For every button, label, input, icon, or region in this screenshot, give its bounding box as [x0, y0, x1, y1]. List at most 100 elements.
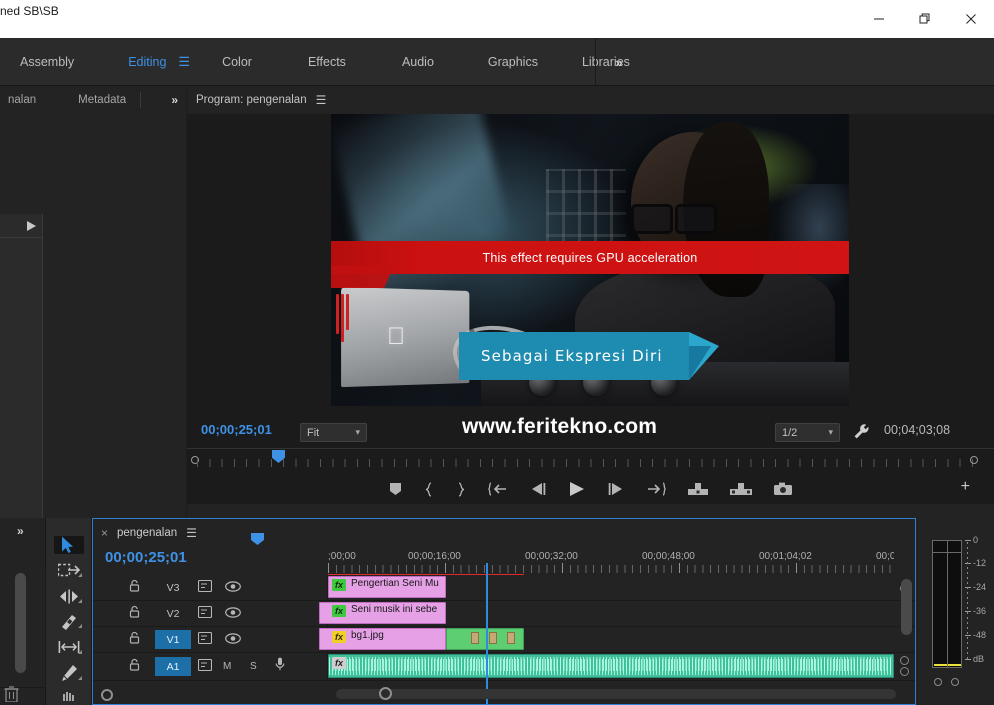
scrub-right-handle[interactable] — [970, 456, 978, 464]
clip-label: bg1.jpg — [351, 630, 384, 641]
track-select-forward-tool[interactable] — [54, 562, 84, 579]
timeline-clip[interactable]: fx — [328, 654, 894, 678]
sync-lock-icon[interactable] — [197, 579, 213, 597]
sync-lock-icon[interactable] — [197, 631, 213, 649]
meter-option-dots[interactable] — [934, 678, 959, 686]
workspace-overflow-button[interactable]: » — [605, 38, 633, 86]
slip-tool[interactable] — [54, 638, 84, 655]
meter-dot[interactable] — [951, 678, 959, 686]
track-body-a1[interactable]: fx — [328, 653, 915, 680]
go-to-out-button[interactable] — [647, 482, 666, 496]
step-back-button[interactable] — [529, 482, 546, 496]
track-row-v2: V2 fx Seni musik ini sebe — [93, 601, 915, 627]
pen-tool[interactable] — [54, 664, 84, 682]
workspace-tab-effects[interactable]: Effects — [302, 38, 352, 86]
ruler-label: 00;01;20;02 — [876, 551, 894, 562]
timeline-clip[interactable]: fx Seni musik ini sebe — [319, 602, 446, 624]
minimize-button[interactable] — [856, 0, 902, 38]
sync-lock-icon[interactable] — [197, 658, 213, 676]
ruler-label: 00;00;48;00 — [642, 551, 695, 562]
track-header-v1[interactable]: V1 — [93, 627, 328, 652]
timeline-tab-close-icon[interactable]: × — [101, 526, 108, 540]
toggle-track-output-icon[interactable] — [225, 631, 241, 649]
timeline-playhead-timecode[interactable]: 00;00;25;01 — [105, 549, 187, 566]
timeline-zoom-out-handle[interactable] — [101, 689, 113, 701]
voice-record-icon[interactable] — [275, 657, 285, 676]
program-scrub-bar[interactable] — [187, 448, 994, 470]
video-preview[interactable]:  This effect requires GPU acceleration … — [331, 114, 849, 406]
add-marker-button[interactable] — [389, 482, 402, 496]
project-panel-overflow[interactable]: » — [17, 524, 24, 538]
timeline-vertical-scrollbar[interactable] — [901, 579, 912, 635]
step-forward-button[interactable] — [608, 482, 625, 496]
track-scroll-knob[interactable] — [900, 667, 909, 676]
selection-tool[interactable] — [53, 536, 84, 554]
track-body-v3[interactable]: fx Pengertian Seni Mu — [328, 575, 915, 600]
lock-icon[interactable] — [129, 658, 140, 676]
source-panel-row-expander[interactable] — [0, 214, 43, 238]
lift-button[interactable] — [688, 482, 708, 496]
project-panel-scrollbar[interactable] — [15, 573, 26, 673]
toggle-track-output-icon[interactable] — [225, 579, 241, 597]
track-header-v3[interactable]: V3 — [93, 575, 328, 600]
timeline-clip[interactable]: fx bg1.jpg — [319, 628, 446, 650]
track-name-v2[interactable]: V2 — [155, 604, 191, 623]
toggle-track-output-icon[interactable] — [225, 605, 241, 623]
workspace-tab-editing[interactable]: Editing — [122, 38, 172, 86]
gpu-warning-banner: This effect requires GPU acceleration — [331, 241, 849, 274]
mark-in-button[interactable] — [424, 481, 434, 497]
timeline-ruler[interactable]: ;00;00 00;00;16;00 00;00;32;00 00;00;48;… — [328, 549, 894, 573]
tab-pengenalan-source[interactable]: nalan — [0, 94, 44, 106]
program-current-timecode[interactable]: 00;00;25;01 — [201, 422, 272, 437]
lock-icon[interactable] — [129, 605, 140, 623]
track-header-v2[interactable]: V2 — [93, 601, 328, 626]
razor-tool[interactable] — [54, 613, 84, 631]
track-name-a1[interactable]: A1 — [155, 657, 191, 676]
settings-wrench-icon[interactable] — [853, 423, 870, 445]
workspace-tab-audio[interactable]: Audio — [396, 38, 440, 86]
play-stop-button[interactable] — [568, 481, 586, 497]
workspace-tab-color[interactable]: Color — [216, 38, 258, 86]
program-duration-timecode[interactable]: 00;04;03;08 — [884, 423, 950, 437]
export-frame-button[interactable] — [774, 482, 792, 496]
source-panel-tabs: nalan Metadata » — [0, 86, 186, 114]
clip-thumbnail — [507, 632, 515, 644]
zoom-level-select[interactable]: Fit ▾ — [300, 423, 367, 442]
timeline-menu-icon[interactable]: ☰ — [186, 526, 197, 540]
workspace-menu-icon[interactable]: ☰ — [178, 54, 190, 70]
hand-tool[interactable] — [54, 688, 84, 705]
timeline-horizontal-scrollbar[interactable] — [336, 687, 896, 700]
program-menu-icon[interactable]: ☰ — [316, 93, 327, 107]
maximize-restore-button[interactable] — [902, 0, 948, 38]
close-button[interactable] — [948, 0, 994, 38]
button-editor-plus[interactable]: + — [961, 478, 970, 496]
lock-icon[interactable] — [129, 579, 140, 597]
mark-out-button[interactable] — [456, 481, 466, 497]
timeline-tab-label[interactable]: pengenalan — [117, 527, 177, 539]
lock-icon[interactable] — [129, 631, 140, 649]
playback-resolution-select[interactable]: 1/2 ▾ — [775, 423, 840, 442]
track-header-a1[interactable]: A1 M S — [93, 653, 328, 680]
extract-button[interactable] — [730, 482, 752, 496]
source-panel-overflow[interactable]: » — [171, 93, 178, 107]
timeline-clip[interactable] — [446, 628, 524, 650]
workspace-tab-graphics[interactable]: Graphics — [482, 38, 544, 86]
sync-lock-icon[interactable] — [197, 605, 213, 623]
meter-dot[interactable] — [934, 678, 942, 686]
track-name-v3[interactable]: V3 — [155, 578, 191, 597]
go-to-in-button[interactable] — [488, 482, 507, 496]
track-body-v2[interactable]: fx Seni musik ini sebe — [319, 601, 915, 626]
mute-track-button[interactable]: M — [223, 661, 231, 672]
track-body-v1[interactable]: fx bg1.jpg — [319, 627, 915, 652]
timeline-zoom-handle[interactable] — [379, 687, 392, 700]
timeline-clip[interactable]: fx Pengertian Seni Mu — [328, 576, 446, 598]
solo-track-button[interactable]: S — [250, 661, 257, 672]
track-name-v1[interactable]: V1 — [155, 630, 191, 649]
track-scroll-knob[interactable] — [900, 656, 909, 665]
program-monitor-title[interactable]: Program: pengenalan — [196, 94, 307, 106]
workspace-tab-assembly[interactable]: Assembly — [14, 38, 80, 86]
tab-metadata[interactable]: Metadata — [70, 94, 134, 106]
ripple-edit-tool[interactable] — [54, 587, 84, 604]
delete-trash-icon[interactable] — [4, 686, 19, 705]
audio-meter-bars[interactable] — [932, 540, 962, 668]
